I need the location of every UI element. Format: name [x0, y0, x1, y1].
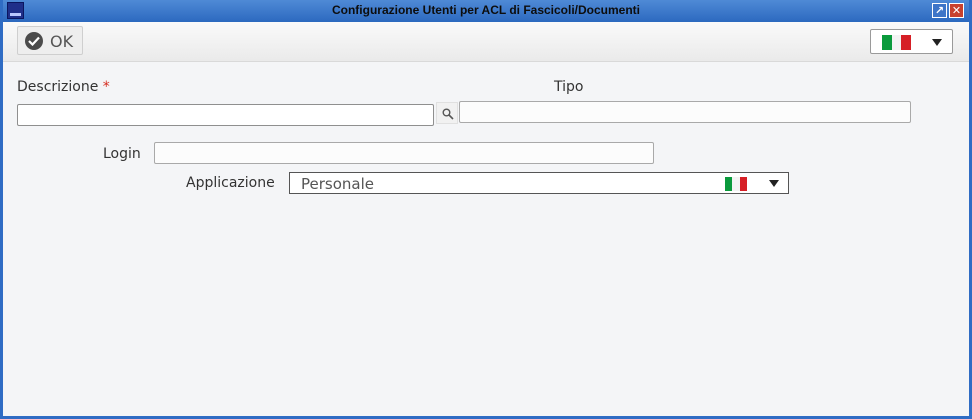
login-label: Login	[103, 146, 141, 162]
tipo-input[interactable]	[459, 101, 911, 123]
descrizione-input[interactable]	[17, 104, 434, 126]
chevron-down-icon	[769, 180, 779, 187]
applicazione-label: Applicazione	[186, 175, 275, 191]
toolbar: OK	[3, 22, 969, 62]
italian-flag-icon	[725, 177, 747, 191]
language-select[interactable]	[870, 29, 953, 54]
descrizione-label: Descrizione *	[17, 79, 110, 95]
close-window-button[interactable]: ✕	[949, 3, 964, 18]
search-button[interactable]	[436, 102, 458, 124]
dialog-window: Configurazione Utenti per ACL di Fascico…	[0, 0, 972, 419]
applicazione-selected-value: Personale	[301, 175, 374, 193]
required-marker: *	[102, 79, 110, 95]
tipo-label: Tipo	[554, 79, 584, 95]
restore-window-button[interactable]: ↗	[932, 3, 947, 18]
search-icon	[442, 108, 454, 120]
italian-flag-icon	[882, 35, 911, 50]
window-title: Configurazione Utenti per ACL di Fascico…	[331, 3, 641, 17]
ok-label: OK	[50, 32, 74, 51]
descrizione-label-text: Descrizione	[17, 79, 99, 95]
applicazione-select[interactable]: Personale	[289, 172, 789, 194]
login-input[interactable]	[154, 142, 654, 164]
ok-button[interactable]: OK	[17, 26, 83, 55]
title-bar: Configurazione Utenti per ACL di Fascico…	[3, 0, 969, 22]
chevron-down-icon	[932, 39, 942, 46]
check-circle-icon	[25, 32, 43, 50]
